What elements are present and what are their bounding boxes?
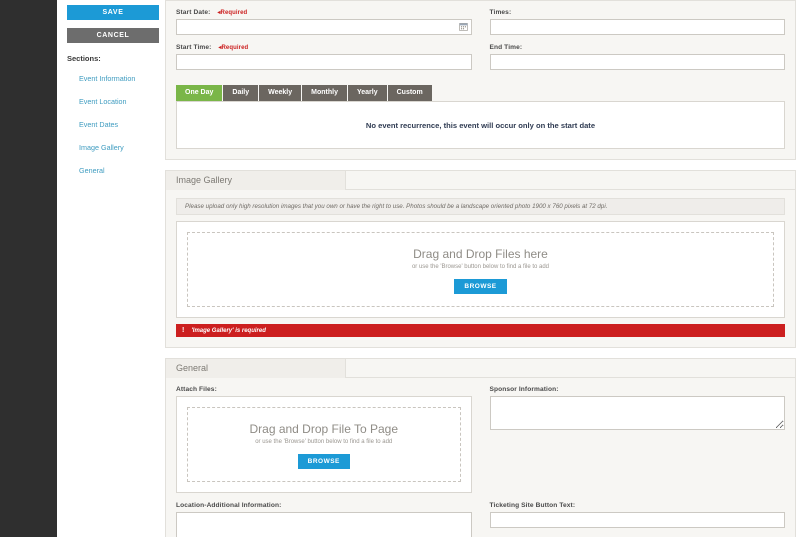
start-time-field: Start Time: ◂Required bbox=[176, 44, 472, 70]
left-tool-column: SAVE CANCEL Sections: Event Information … bbox=[57, 0, 165, 537]
image-gallery-body: Please upload only high resolution image… bbox=[166, 190, 795, 347]
sponsor-information-label: Sponsor Information: bbox=[489, 386, 559, 393]
sidebar-item-event-information[interactable]: Event Information bbox=[79, 74, 135, 83]
image-gallery-note: Please upload only high resolution image… bbox=[176, 198, 785, 215]
sponsor-information-textarea[interactable] bbox=[489, 396, 785, 430]
start-time-col: Start Time: ◂Required bbox=[176, 44, 472, 79]
dates-row-1: Start Date: ◂Required Times: bbox=[176, 9, 785, 44]
general-row-1: Attach Files: Drag and Drop File To Page… bbox=[176, 386, 785, 502]
sidebar-item-general[interactable]: General bbox=[79, 166, 105, 175]
ticketing-button-text-input[interactable] bbox=[489, 512, 785, 528]
tab-weekly[interactable]: Weekly bbox=[259, 85, 303, 101]
image-gallery-dropzone-subtitle: or use the 'Browse' button below to find… bbox=[411, 264, 550, 270]
event-dates-body: Start Date: ◂Required Times: Start Time:… bbox=[166, 1, 795, 159]
general-row-2: Location-Additional Information: Ticketi… bbox=[176, 502, 785, 537]
sidebar-item-event-location[interactable]: Event Location bbox=[79, 97, 127, 106]
sidebar-item-event-dates[interactable]: Event Dates bbox=[79, 120, 118, 129]
panel-gap-2 bbox=[165, 348, 800, 358]
sections-list: Event Information Event Location Event D… bbox=[67, 68, 159, 178]
attach-files-dropzone-outer: Drag and Drop File To Page or use the 'B… bbox=[176, 396, 472, 493]
recurrence-message: No event recurrence, this event will occ… bbox=[365, 120, 596, 130]
list-item: Event Dates bbox=[67, 114, 159, 132]
image-gallery-dropzone-outer: Drag and Drop Files here or use the 'Bro… bbox=[176, 221, 785, 318]
start-date-input[interactable] bbox=[176, 19, 472, 35]
start-date-input-wrap bbox=[176, 19, 472, 35]
image-gallery-panel: Image Gallery Please upload only high re… bbox=[165, 170, 796, 348]
tab-custom[interactable]: Custom bbox=[387, 85, 433, 101]
attach-files-dropzone-title: Drag and Drop File To Page bbox=[249, 422, 399, 436]
general-panel: General Attach Files: Drag and Drop File… bbox=[165, 358, 796, 537]
tab-monthly[interactable]: Monthly bbox=[302, 85, 348, 101]
ticketing-button-text-col: Ticketing Site Button Text: bbox=[489, 502, 785, 537]
attach-files-dropzone-subtitle: or use the 'Browse' button below to find… bbox=[255, 439, 393, 445]
location-additional-col: Location-Additional Information: bbox=[176, 502, 472, 537]
start-date-field: Start Date: ◂Required bbox=[176, 9, 472, 35]
list-item: General bbox=[67, 160, 159, 178]
attach-files-dropzone[interactable]: Drag and Drop File To Page or use the 'B… bbox=[187, 407, 461, 482]
image-gallery-dropzone[interactable]: Drag and Drop Files here or use the 'Bro… bbox=[187, 232, 774, 307]
attach-files-browse-button[interactable]: BROWSE bbox=[297, 454, 350, 469]
general-head: General bbox=[166, 359, 795, 378]
list-item: Image Gallery bbox=[67, 137, 159, 155]
main-content: Start Date: ◂Required Times: Start Time:… bbox=[165, 0, 800, 537]
end-time-input[interactable] bbox=[489, 54, 785, 70]
times-input[interactable] bbox=[489, 19, 785, 35]
event-dates-panel: Start Date: ◂Required Times: Start Time:… bbox=[165, 0, 796, 160]
dark-left-rail bbox=[0, 0, 57, 537]
location-additional-textarea[interactable] bbox=[176, 512, 472, 537]
start-time-input[interactable] bbox=[176, 54, 472, 70]
save-button[interactable]: SAVE bbox=[67, 5, 159, 20]
times-field: Times: bbox=[489, 9, 785, 35]
ticketing-button-text-label: Ticketing Site Button Text: bbox=[489, 502, 576, 509]
start-date-label: Start Date: ◂Required bbox=[176, 9, 248, 16]
general-section-title: General bbox=[166, 359, 346, 378]
start-time-label: Start Time: ◂Required bbox=[176, 44, 249, 51]
image-gallery-dropzone-title: Drag and Drop Files here bbox=[413, 247, 548, 261]
image-gallery-section-title: Image Gallery bbox=[166, 171, 346, 190]
panel-gap bbox=[165, 160, 800, 170]
image-gallery-head: Image Gallery bbox=[166, 171, 795, 190]
dates-row-2: Start Time: ◂Required End Time: bbox=[176, 44, 785, 79]
sponsor-information-col: Sponsor Information: bbox=[489, 386, 785, 502]
required-marker: ◂Required bbox=[218, 45, 249, 51]
times-col: Times: bbox=[489, 9, 785, 44]
list-item: Event Information bbox=[67, 68, 159, 86]
ticketing-button-text-field: Ticketing Site Button Text: bbox=[489, 502, 785, 528]
attach-files-label: Attach Files: bbox=[176, 386, 217, 393]
image-gallery-browse-button[interactable]: BROWSE bbox=[454, 279, 507, 294]
sponsor-information-field: Sponsor Information: bbox=[489, 386, 785, 430]
sections-heading: Sections: bbox=[67, 54, 101, 63]
end-time-label: End Time: bbox=[489, 44, 523, 51]
required-marker: ◂Required bbox=[217, 10, 248, 16]
tab-yearly[interactable]: Yearly bbox=[347, 85, 388, 101]
location-additional-label: Location-Additional Information: bbox=[176, 502, 282, 509]
end-time-col: End Time: bbox=[489, 44, 785, 79]
cancel-button[interactable]: CANCEL bbox=[67, 28, 159, 43]
list-item: Event Location bbox=[67, 91, 159, 109]
start-date-col: Start Date: ◂Required bbox=[176, 9, 472, 44]
attach-files-field: Attach Files: Drag and Drop File To Page… bbox=[176, 386, 472, 493]
page-root: SAVE CANCEL Sections: Event Information … bbox=[0, 0, 800, 537]
location-additional-field: Location-Additional Information: bbox=[176, 502, 472, 537]
tab-one-day[interactable]: One Day bbox=[176, 85, 224, 101]
recurrence-tabs: One Day Daily Weekly Monthly Yearly Cust… bbox=[176, 85, 785, 101]
end-time-field: End Time: bbox=[489, 44, 785, 70]
image-gallery-error-bar: ! 'Image Gallery' is required bbox=[176, 324, 785, 337]
image-gallery-error-text: 'Image Gallery' is required bbox=[191, 327, 266, 334]
warning-icon: ! bbox=[182, 327, 185, 334]
times-label: Times: bbox=[489, 9, 512, 16]
sidebar-item-image-gallery[interactable]: Image Gallery bbox=[79, 143, 124, 152]
tab-daily[interactable]: Daily bbox=[223, 85, 260, 101]
attach-files-col: Attach Files: Drag and Drop File To Page… bbox=[176, 386, 472, 502]
general-body: Attach Files: Drag and Drop File To Page… bbox=[166, 378, 795, 537]
recurrence-body: No event recurrence, this event will occ… bbox=[176, 101, 785, 149]
